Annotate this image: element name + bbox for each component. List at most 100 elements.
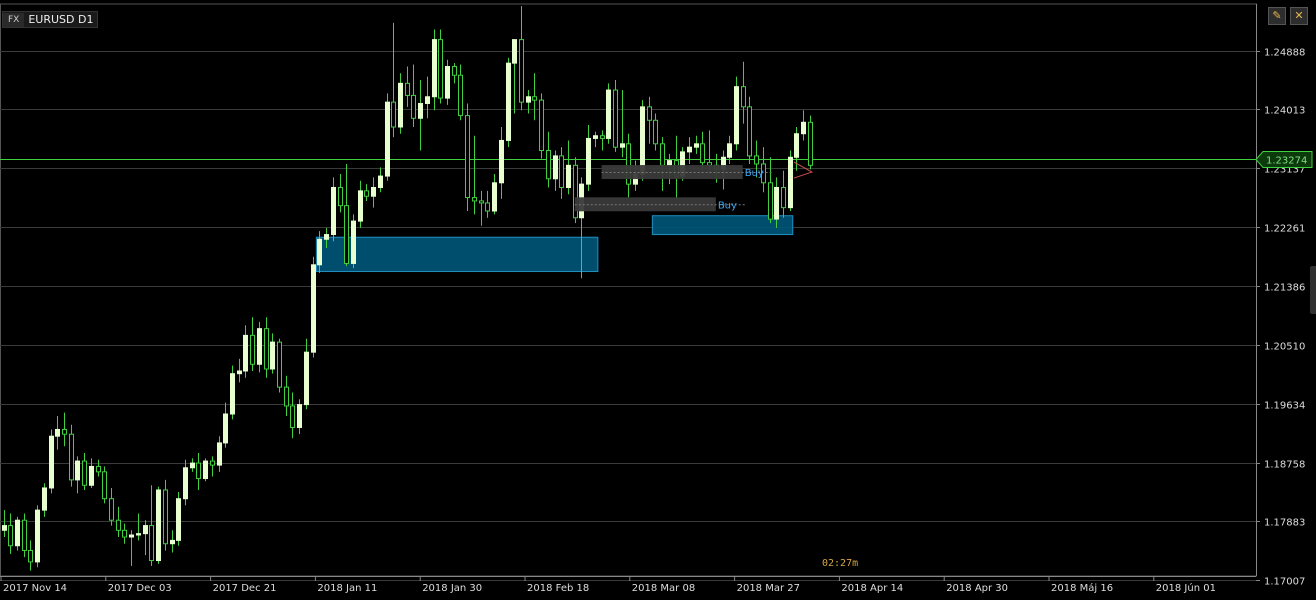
candles xyxy=(2,6,813,571)
candle-body xyxy=(700,143,705,164)
close-icon[interactable]: ✕ xyxy=(1290,7,1308,25)
y-tick-label: 1.17883 xyxy=(1264,518,1305,529)
candle-body xyxy=(358,190,363,222)
candle xyxy=(149,485,154,566)
candle-body xyxy=(553,155,558,180)
candle xyxy=(176,491,181,546)
candle xyxy=(620,90,625,158)
candle-body xyxy=(217,442,222,466)
order-label: Buy xyxy=(745,168,764,179)
candle-body xyxy=(398,82,403,128)
candle-body xyxy=(109,498,114,521)
candle xyxy=(371,177,376,208)
candle-body xyxy=(210,460,215,466)
candle xyxy=(304,338,309,410)
symbol-badge[interactable]: FX EURUSD D1 xyxy=(2,11,99,28)
candle xyxy=(270,333,275,374)
candle-body xyxy=(22,519,27,551)
candle-body xyxy=(747,106,752,157)
candle xyxy=(297,399,302,435)
candle xyxy=(190,458,195,472)
candle xyxy=(338,174,343,213)
candle-timer: 02:27m xyxy=(822,558,859,569)
candle-body xyxy=(136,533,141,536)
candle-body xyxy=(492,182,497,212)
candle xyxy=(445,59,450,105)
x-tick-label: 2018 Feb 18 xyxy=(527,583,589,594)
candle xyxy=(553,150,558,191)
current-price-tag: 1.23274 xyxy=(1255,151,1313,168)
candle-body xyxy=(566,164,571,188)
pencil-icon[interactable]: ✎ xyxy=(1268,7,1286,25)
candle xyxy=(378,167,383,193)
candle-body xyxy=(485,202,490,212)
candle xyxy=(89,458,94,488)
candle-body xyxy=(781,186,786,209)
candle xyxy=(311,256,316,358)
resize-handle[interactable] xyxy=(1310,266,1316,314)
candle-body xyxy=(526,96,531,103)
candle-body xyxy=(506,62,511,141)
candle-body xyxy=(317,238,322,266)
candle xyxy=(290,392,295,439)
candle-body xyxy=(176,498,181,541)
candle xyxy=(82,452,87,490)
candle xyxy=(694,135,699,154)
candle-body xyxy=(600,135,605,139)
candle-body xyxy=(432,39,437,98)
grid xyxy=(0,3,1257,581)
candle xyxy=(741,61,746,124)
x-tick-label: 2018 Apr 30 xyxy=(946,583,1008,594)
candle-body xyxy=(606,89,611,139)
candle xyxy=(116,506,121,538)
candle-body xyxy=(250,334,255,365)
candle xyxy=(49,429,54,494)
candle xyxy=(586,124,591,191)
candle-body xyxy=(102,471,107,500)
candle-body xyxy=(640,106,645,175)
x-tick-label: 2017 Nov 14 xyxy=(3,583,67,594)
candle xyxy=(432,29,437,111)
candle xyxy=(62,412,67,447)
candle xyxy=(96,459,101,477)
candle-body xyxy=(149,525,154,562)
candle xyxy=(492,174,497,215)
buy-order[interactable]: Buy xyxy=(574,197,746,212)
candle-body xyxy=(620,143,625,148)
candle-body xyxy=(297,404,302,428)
candle xyxy=(28,540,33,571)
price-tag-label: 1.23274 xyxy=(1266,156,1307,167)
price-chart[interactable]: BuyBuy 1.248881.240131.231371.222611.213… xyxy=(0,0,1316,600)
candle xyxy=(210,456,215,477)
candle xyxy=(519,6,524,111)
y-tick-label: 1.17007 xyxy=(1264,577,1305,588)
candle-body xyxy=(586,137,591,185)
candle-body xyxy=(331,186,336,236)
candle-body xyxy=(445,66,450,99)
buy-order[interactable]: Buy xyxy=(601,165,773,180)
candle-body xyxy=(405,82,410,96)
candle-body xyxy=(75,460,80,481)
candle-body xyxy=(324,234,329,240)
candle-body xyxy=(472,197,477,202)
x-tick-label: 2018 Apr 14 xyxy=(841,583,903,594)
candle-body xyxy=(42,487,47,511)
x-tick-label: 2017 Dec 21 xyxy=(213,583,277,594)
symbol-label: EURUSD D1 xyxy=(28,13,94,26)
candle-body xyxy=(532,96,537,101)
candle-body xyxy=(15,519,20,547)
candle xyxy=(217,436,222,472)
chart-toolbar: ✎ ✕ xyxy=(1268,7,1308,25)
candle xyxy=(22,513,27,558)
candle xyxy=(264,317,269,378)
candle-body xyxy=(667,160,672,166)
candle xyxy=(156,486,161,564)
candle-body xyxy=(311,264,316,353)
candle xyxy=(35,505,40,568)
candle xyxy=(136,513,141,541)
plot-frame xyxy=(0,3,1257,577)
candle xyxy=(75,456,80,494)
candle xyxy=(398,73,403,134)
order-label: Buy xyxy=(718,200,737,211)
candle xyxy=(546,131,551,188)
